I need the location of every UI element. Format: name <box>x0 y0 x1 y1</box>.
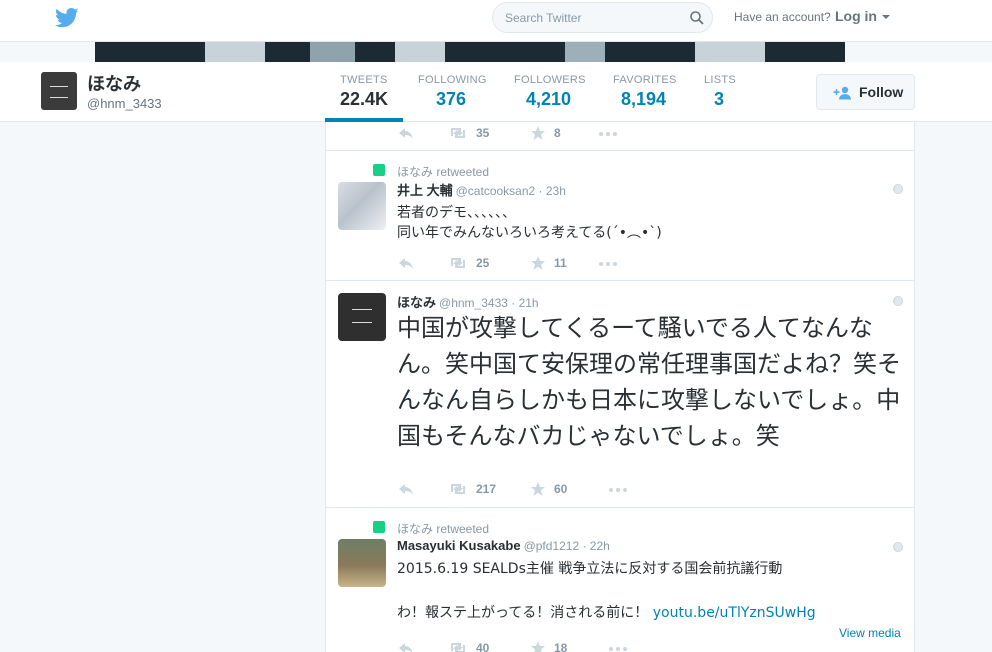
stat-label: LISTS <box>704 74 737 86</box>
retweeted-by[interactable]: ほなみ retweeted <box>397 163 489 180</box>
stat-favorites[interactable]: FAVORITES 8,194 <box>613 74 677 110</box>
reply-icon[interactable] <box>398 125 414 141</box>
retweet-button[interactable]: 40 <box>448 640 508 652</box>
stat-value: 8,194 <box>621 89 667 109</box>
login-label: Log in <box>835 8 877 24</box>
retweet-icon <box>451 258 465 268</box>
favorite-button[interactable]: 11 <box>530 255 580 271</box>
retweet-count: 40 <box>476 641 490 652</box>
stat-value: 3 <box>714 89 725 109</box>
tweet-meta[interactable]: @pfd1212 · 22h <box>524 539 610 553</box>
more-icon[interactable] <box>598 255 618 271</box>
add-user-icon <box>833 86 851 100</box>
retweet-count: 217 <box>476 482 497 496</box>
star-icon <box>531 126 545 140</box>
tweet-avatar[interactable] <box>338 182 386 230</box>
search-input[interactable] <box>505 9 675 27</box>
tweet-item[interactable]: ほなみ retweeted Masayuki Kusakabe @pfd1212 … <box>326 508 914 652</box>
stat-label: FOLLOWING <box>418 74 487 86</box>
retweet-icon <box>451 643 465 652</box>
retweet-button[interactable]: 25 <box>448 255 508 271</box>
follow-label: Follow <box>859 84 904 100</box>
profile-avatar[interactable] <box>41 72 77 110</box>
profile-banner <box>95 42 845 62</box>
retweet-small-icon <box>373 521 385 533</box>
tweet-actions: 40 18 <box>398 640 658 652</box>
tweet-fullname[interactable]: 井上 大輔 <box>397 183 453 198</box>
reply-icon[interactable] <box>398 640 414 652</box>
profile-name[interactable]: ほなみ <box>87 70 141 96</box>
favorite-button[interactable]: 60 <box>530 481 580 497</box>
tweet-actions: 25 11 <box>398 255 658 271</box>
favorite-button[interactable]: 8 <box>530 125 580 141</box>
globe-icon <box>893 296 903 306</box>
retweet-count: 35 <box>476 126 490 140</box>
twitter-bird-icon[interactable] <box>55 8 79 28</box>
tweet-fullname[interactable]: Masayuki Kusakabe <box>397 538 521 553</box>
more-icon[interactable] <box>608 640 628 652</box>
tweet-link[interactable]: youtu.be/uTlYznSUwHg <box>653 605 816 621</box>
retweet-icon <box>451 484 465 494</box>
tweet-actions: 35 8 <box>398 125 658 141</box>
retweet-count: 25 <box>476 256 490 270</box>
top-nav-bar: Have an account? Log in <box>0 0 992 42</box>
retweet-button[interactable]: 217 <box>448 481 508 497</box>
favorite-button[interactable]: 18 <box>530 640 580 652</box>
globe-icon <box>893 542 903 552</box>
tweet-fullname[interactable]: ほなみ <box>397 295 436 310</box>
favorite-count: 11 <box>554 256 567 270</box>
tweet-header: Masayuki Kusakabe @pfd1212 · 22h <box>397 538 610 553</box>
caret-down-icon <box>882 15 890 20</box>
tweet-actions: 217 60 <box>398 481 658 497</box>
favorite-count: 8 <box>554 126 561 140</box>
profile-nav-bar: ほなみ @hnm_3433 TWEETS 22.4K FOLLOWING 376… <box>0 62 992 122</box>
tweet-text-line2: わ！報ステ上がってる！消される前に！ youtu.be/uTlYznSUwHg <box>397 603 816 623</box>
tweet-avatar[interactable] <box>338 539 386 587</box>
tweet-avatar[interactable] <box>338 293 386 341</box>
stat-label: FOLLOWERS <box>514 74 586 86</box>
tweet-meta[interactable]: @hnm_3433 · 21h <box>439 296 539 310</box>
retweet-button[interactable]: 35 <box>448 125 508 141</box>
stat-value: 22.4K <box>340 89 389 109</box>
more-icon[interactable] <box>598 125 618 141</box>
reply-icon[interactable] <box>398 255 414 271</box>
follow-button[interactable]: Follow <box>816 74 915 110</box>
stat-tweets[interactable]: TWEETS 22.4K <box>340 74 388 110</box>
stat-following[interactable]: FOLLOWING 376 <box>418 74 487 110</box>
search-box <box>492 2 713 33</box>
stat-followers[interactable]: FOLLOWERS 4,210 <box>514 74 586 110</box>
retweet-icon <box>451 128 465 138</box>
tweet-text: 中国が攻撃してくるーて騒いでる人てなんなん。笑中国て安保理の常任理事国だよね？笑… <box>397 314 901 450</box>
stat-lists[interactable]: LISTS 3 <box>704 74 736 110</box>
favorite-count: 60 <box>554 482 568 496</box>
retweet-small-icon <box>373 164 385 176</box>
tweet-text-line2-content: わ！報ステ上がってる！消される前に！ <box>397 605 649 621</box>
search-icon[interactable] <box>689 10 705 26</box>
view-media-link[interactable]: View media <box>839 626 901 640</box>
star-icon <box>531 256 545 270</box>
more-icon[interactable] <box>608 481 628 497</box>
tweet-text: 若者のデモ、、、、、、 同い年でみんないろいろ考えてる(´•︵•`) <box>397 205 662 241</box>
reply-icon[interactable] <box>398 481 414 497</box>
timeline: 35 8 ほなみ retweeted 井上 大輔 @catcooksan2 · 2… <box>325 122 915 652</box>
profile-handle[interactable]: @hnm_3433 <box>87 96 162 111</box>
globe-icon <box>893 184 903 194</box>
tweet-item[interactable]: ほなみ @hnm_3433 · 21h 中国が攻撃してくるーて騒いでる人てなんなん… <box>326 281 914 508</box>
stat-value: 376 <box>436 89 467 109</box>
tweet-item[interactable]: 35 8 <box>326 122 914 151</box>
stat-label: FAVORITES <box>613 74 677 86</box>
tweet-text-line1: 2015.6.19 SEALDs主催 戦争立法に反対する国会前抗議行動 <box>397 561 783 577</box>
tweet-header: ほなみ @hnm_3433 · 21h <box>397 292 539 311</box>
stat-label: TWEETS <box>340 74 388 86</box>
star-icon <box>531 482 545 496</box>
have-account-text: Have an account? <box>734 10 831 24</box>
tweet-item[interactable]: ほなみ retweeted 井上 大輔 @catcooksan2 · 23h 若者… <box>326 151 914 281</box>
star-icon <box>531 641 545 652</box>
tweet-meta[interactable]: @catcooksan2 · 23h <box>456 184 566 198</box>
stat-value: 4,210 <box>526 89 572 109</box>
favorite-count: 18 <box>554 641 568 652</box>
retweeted-by[interactable]: ほなみ retweeted <box>397 520 489 537</box>
login-dropdown[interactable]: Log in <box>835 8 890 24</box>
tweet-header: 井上 大輔 @catcooksan2 · 23h <box>397 180 566 199</box>
